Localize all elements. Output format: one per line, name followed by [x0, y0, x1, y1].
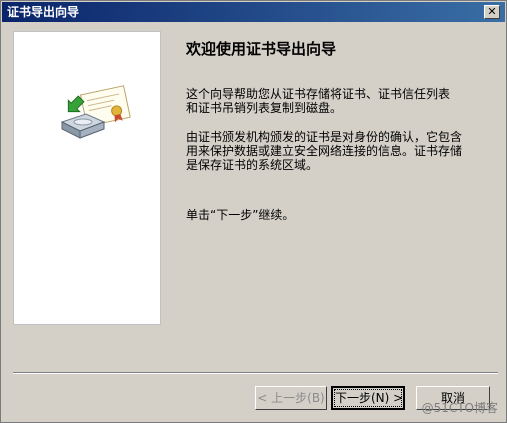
button-separator [13, 372, 498, 374]
close-button[interactable]: ✕ [484, 5, 500, 19]
window-title: 证书导出向导 [7, 5, 80, 19]
next-button[interactable]: 下一步(N) > [331, 386, 405, 410]
continue-instruction: 单击“下一步”继续。 [186, 208, 295, 222]
next-button-label: 下一步(N) > [334, 389, 404, 407]
wizard-heading: 欢迎使用证书导出向导 [186, 40, 337, 58]
certificate-description-paragraph: 由证书颁发机构颁发的证书是对身份的确认，它包含 用来保护数据或建立安全网络连接的… [186, 130, 463, 172]
title-bar: 证书导出向导 ✕ [2, 2, 505, 22]
wizard-side-panel [13, 31, 161, 325]
intro-paragraph: 这个向导帮助您从证书存储将证书、证书信任列表 和证书吊销列表复制到磁盘。 [186, 87, 451, 115]
watermark: @51CTO博客 [421, 401, 498, 415]
certificate-export-wizard: 证书导出向导 ✕ 欢迎使用证书导出向导 这个向导帮助您从证书存储将证书、证书信任… [0, 0, 507, 423]
close-icon: ✕ [487, 5, 497, 18]
certificate-disk-icon [60, 85, 131, 139]
back-button[interactable]: < 上一步(B) [255, 386, 327, 410]
